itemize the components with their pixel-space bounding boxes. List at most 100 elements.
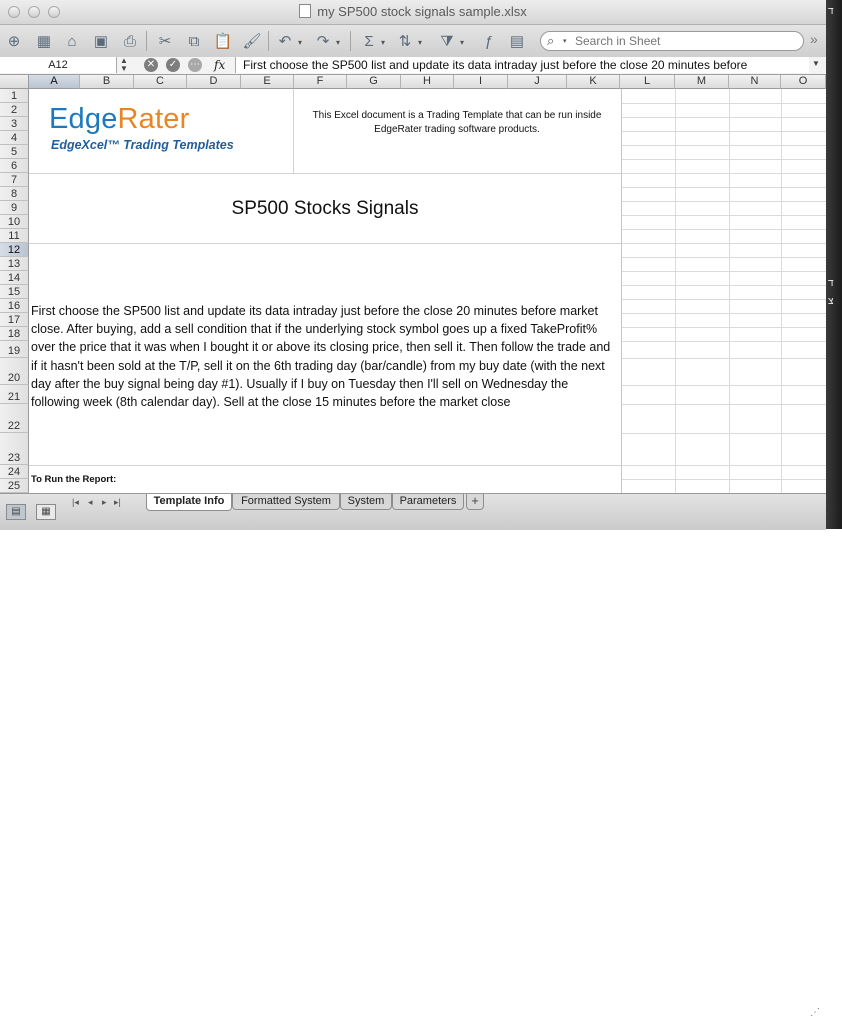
first-sheet-icon[interactable]: |◂ xyxy=(72,497,79,508)
select-all-corner[interactable] xyxy=(0,75,29,89)
desktop-glyph: ד xyxy=(828,6,834,17)
function-icon[interactable]: ƒ xyxy=(478,30,500,52)
window-title-area: my SP500 stock signals sample.xlsx xyxy=(0,4,826,19)
name-box[interactable]: A12 xyxy=(0,57,117,73)
filter-icon[interactable]: ⧩ xyxy=(436,30,458,52)
gallery-icon[interactable]: ▤ xyxy=(506,30,528,52)
copy-icon[interactable]: ⧉ xyxy=(183,30,205,52)
row-header-7[interactable]: 7 xyxy=(0,173,29,187)
new-icon[interactable]: ⊕ xyxy=(3,30,25,52)
sort-icon[interactable]: ⇅ xyxy=(394,30,416,52)
last-sheet-icon[interactable]: ▸| xyxy=(114,497,121,508)
next-sheet-icon[interactable]: ▸ xyxy=(102,497,107,508)
add-sheet-button[interactable]: + xyxy=(466,494,484,510)
search-field[interactable]: ⌕ ▾ xyxy=(540,31,804,51)
column-header-j[interactable]: J xyxy=(508,75,567,89)
row-header-11[interactable]: 11 xyxy=(0,229,29,243)
row-header-14[interactable]: 14 xyxy=(0,271,29,285)
column-header-h[interactable]: H xyxy=(401,75,454,89)
name-box-stepper-icon[interactable]: ▲ ▼ xyxy=(118,57,130,73)
edgerater-logo: EdgeRater EdgeXcel™ Trading Templates xyxy=(49,103,234,152)
row-header-17[interactable]: 17 xyxy=(0,313,29,327)
fx-label[interactable]: fx xyxy=(214,57,225,73)
cancel-entry-icon[interactable]: ✕ xyxy=(144,58,158,72)
template-heading[interactable]: SP500 Stocks Signals xyxy=(29,198,621,220)
toolbar-overflow-icon[interactable]: » xyxy=(810,31,818,47)
formula-expand-icon[interactable]: ▼ xyxy=(812,59,820,68)
row-header-19[interactable]: 19 xyxy=(0,341,29,358)
row-header-6[interactable]: 6 xyxy=(0,159,29,173)
row-header-15[interactable]: 15 xyxy=(0,285,29,299)
worksheet-grid[interactable]: A B C D E F G H I J K L M N O 1 2 3 4 5 … xyxy=(0,75,826,493)
row-header-22[interactable]: 22 xyxy=(0,404,29,433)
desktop-glyph: צ xyxy=(828,296,834,307)
row-header-5[interactable]: 5 xyxy=(0,145,29,159)
row-header-12[interactable]: 12 xyxy=(0,243,29,257)
grid-line xyxy=(620,187,826,188)
search-options-icon[interactable]: ▾ xyxy=(563,37,567,45)
row-header-10[interactable]: 10 xyxy=(0,215,29,229)
cut-icon[interactable]: ✂ xyxy=(154,30,176,52)
sheet-tab-template-info[interactable]: Template Info xyxy=(146,494,232,511)
strategy-description[interactable]: First choose the SP500 list and update i… xyxy=(31,302,619,411)
row-header-1[interactable]: 1 xyxy=(0,89,29,103)
templates-icon[interactable]: ▦ xyxy=(33,30,55,52)
row-header-16[interactable]: 16 xyxy=(0,299,29,313)
grid-line xyxy=(620,103,826,104)
column-header-i[interactable]: I xyxy=(454,75,508,89)
autosum-dropdown-icon[interactable]: ▾ xyxy=(381,38,385,47)
row-header-2[interactable]: 2 xyxy=(0,103,29,117)
column-header-o[interactable]: O xyxy=(781,75,826,89)
row-header-23[interactable]: 23 xyxy=(0,433,29,465)
undo-dropdown-icon[interactable]: ▾ xyxy=(298,38,302,47)
sheet-tab-formatted-system[interactable]: Formatted System xyxy=(232,494,340,510)
column-header-f[interactable]: F xyxy=(294,75,347,89)
row-header-4[interactable]: 4 xyxy=(0,131,29,145)
row-header-20[interactable]: 20 xyxy=(0,358,29,385)
grid-line xyxy=(620,159,826,160)
column-header-b[interactable]: B xyxy=(80,75,134,89)
column-header-l[interactable]: L xyxy=(620,75,675,89)
redo-dropdown-icon[interactable]: ▾ xyxy=(336,38,340,47)
row-header-13[interactable]: 13 xyxy=(0,257,29,271)
column-header-k[interactable]: K xyxy=(567,75,620,89)
column-header-c[interactable]: C xyxy=(134,75,187,89)
title-bar: my SP500 stock signals sample.xlsx xyxy=(0,0,826,25)
filter-dropdown-icon[interactable]: ▾ xyxy=(460,38,464,47)
page-layout-view-icon[interactable]: ▦ xyxy=(36,504,56,520)
normal-view-icon[interactable]: ▤ xyxy=(6,504,26,520)
autosum-icon[interactable]: Σ xyxy=(358,30,380,52)
formula-builder-icon[interactable]: ⋯ xyxy=(188,58,202,72)
intro-text[interactable]: This Excel document is a Trading Templat… xyxy=(295,109,619,137)
resize-grip-icon[interactable]: ⋰ xyxy=(810,1007,820,1018)
row-header-8[interactable]: 8 xyxy=(0,187,29,201)
sheet-tab-parameters[interactable]: Parameters xyxy=(392,494,464,510)
undo-icon[interactable]: ↶ xyxy=(274,30,296,52)
row-header-3[interactable]: 3 xyxy=(0,117,29,131)
confirm-entry-icon[interactable]: ✓ xyxy=(166,58,180,72)
open-icon[interactable]: ⌂ xyxy=(61,30,83,52)
column-header-m[interactable]: M xyxy=(675,75,729,89)
sort-dropdown-icon[interactable]: ▾ xyxy=(418,38,422,47)
formula-input[interactable]: First choose the SP500 list and update i… xyxy=(235,57,809,73)
column-header-g[interactable]: G xyxy=(347,75,401,89)
redo-icon[interactable]: ↷ xyxy=(312,30,334,52)
format-brush-icon[interactable]: 🖌 xyxy=(241,30,263,52)
search-input[interactable] xyxy=(575,33,795,49)
row-header-25[interactable]: 25 xyxy=(0,479,29,493)
save-icon[interactable]: ▣ xyxy=(90,30,112,52)
row-header-21[interactable]: 21 xyxy=(0,385,29,404)
grid-line xyxy=(620,173,826,174)
row-header-18[interactable]: 18 xyxy=(0,327,29,341)
paste-icon[interactable]: 📋 xyxy=(212,30,234,52)
row-header-24[interactable]: 24 xyxy=(0,465,29,479)
column-header-e[interactable]: E xyxy=(241,75,294,89)
column-header-n[interactable]: N xyxy=(729,75,781,89)
sheet-tab-system[interactable]: System xyxy=(340,494,392,510)
run-report-label[interactable]: To Run the Report: xyxy=(31,474,116,485)
column-header-a[interactable]: A xyxy=(29,75,80,89)
print-icon[interactable]: ⎙ xyxy=(119,30,141,52)
row-header-9[interactable]: 9 xyxy=(0,201,29,215)
column-header-d[interactable]: D xyxy=(187,75,241,89)
prev-sheet-icon[interactable]: ◂ xyxy=(88,497,93,508)
